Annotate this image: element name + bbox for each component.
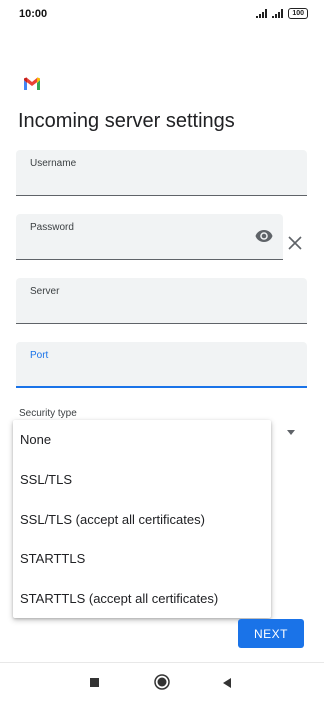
menu-item-none[interactable]: None (20, 420, 51, 460)
server-label: Server (30, 286, 60, 297)
security-type-menu: None SSL/TLS SSL/TLS (accept all certifi… (13, 420, 271, 618)
menu-item-ssl-tls-accept-all[interactable]: SSL/TLS (accept all certificates) (20, 500, 205, 540)
nav-bar (0, 663, 324, 702)
status-icons: 100 (256, 8, 308, 19)
dropdown-arrow-icon[interactable] (287, 430, 295, 435)
username-field[interactable]: Username (16, 150, 307, 196)
next-button[interactable]: NEXT (238, 619, 304, 648)
back-triangle-icon[interactable] (223, 678, 231, 688)
status-bar: 10:00 100 (0, 0, 324, 28)
status-time: 10:00 (19, 8, 48, 20)
port-field[interactable]: Port (16, 342, 307, 388)
port-label: Port (30, 350, 49, 361)
page-title: Incoming server settings (18, 110, 235, 132)
menu-item-starttls-accept-all[interactable]: STARTTLS (accept all certificates) (20, 579, 218, 619)
clear-icon[interactable] (288, 236, 302, 250)
signal-icon (272, 9, 284, 18)
home-circle-icon[interactable] (154, 674, 170, 690)
battery-icon: 100 (288, 8, 308, 19)
security-type-label: Security type (19, 408, 77, 419)
username-label: Username (30, 158, 77, 169)
menu-item-starttls[interactable]: STARTTLS (20, 539, 85, 579)
password-label: Password (30, 222, 74, 233)
recents-square-icon[interactable] (90, 678, 99, 687)
password-field[interactable]: Password (16, 214, 283, 260)
signal-icon (256, 9, 268, 18)
gmail-logo (24, 77, 40, 90)
eye-icon[interactable] (255, 229, 273, 243)
server-field[interactable]: Server (16, 278, 307, 324)
menu-item-ssl-tls[interactable]: SSL/TLS (20, 460, 72, 500)
